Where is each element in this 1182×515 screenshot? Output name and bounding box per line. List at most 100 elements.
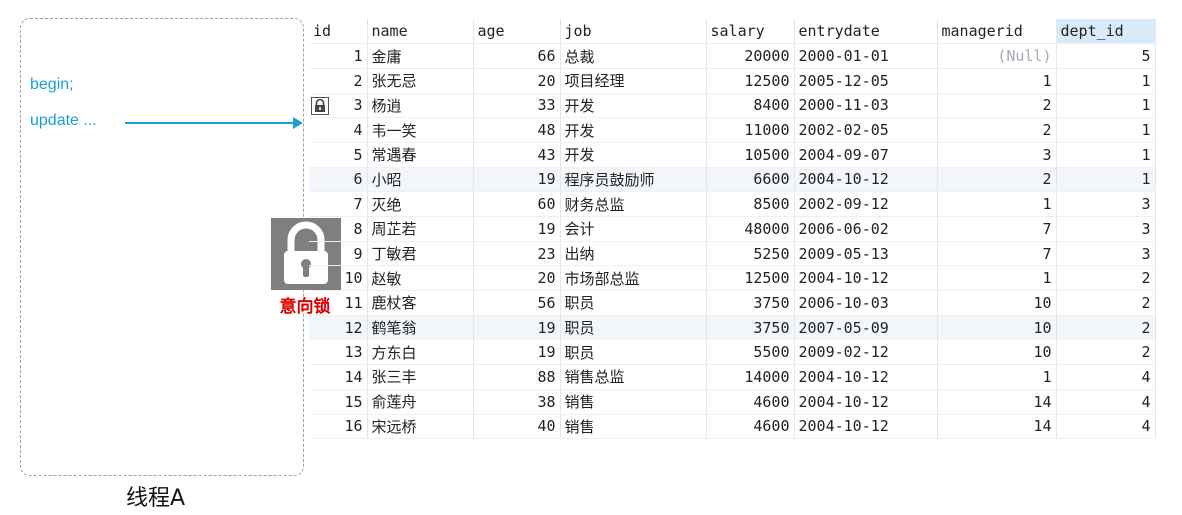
cell-age[interactable]: 66 <box>473 43 561 69</box>
cell-entrydate[interactable]: 2006-10-03 <box>794 290 938 316</box>
cell-id[interactable]: 14 <box>309 364 368 390</box>
cell-dept-id[interactable]: 2 <box>1056 290 1156 316</box>
cell-id[interactable]: 3 <box>309 93 368 119</box>
cell-name[interactable]: 灭绝 <box>367 191 474 217</box>
cell-dept-id[interactable]: 2 <box>1056 265 1156 292</box>
cell-age[interactable]: 20 <box>473 265 561 292</box>
cell-job[interactable]: 开发 <box>560 117 707 143</box>
cell-job[interactable]: 出纳 <box>560 241 707 267</box>
cell-dept-id[interactable]: 1 <box>1056 142 1156 168</box>
cell-job[interactable]: 销售 <box>560 389 707 415</box>
cell-salary[interactable]: 14000 <box>706 364 795 390</box>
cell-id[interactable]: 8 <box>309 216 368 242</box>
cell-id[interactable]: 4 <box>309 117 368 143</box>
table-row[interactable]: 14 张三丰 88 销售总监 14000 2004-10-12 1 4 <box>309 364 1156 390</box>
table-row[interactable]: 11 鹿杖客 56 职员 3750 2006-10-03 10 2 <box>309 290 1156 316</box>
col-header-dept-id[interactable]: dept_id <box>1056 19 1156 45</box>
cell-entrydate[interactable]: 2000-11-03 <box>794 93 938 119</box>
cell-salary[interactable]: 4600 <box>706 414 795 440</box>
cell-job[interactable]: 项目经理 <box>560 68 707 94</box>
cell-entrydate[interactable]: 2004-10-12 <box>794 414 938 440</box>
cell-name[interactable]: 方东白 <box>367 339 474 366</box>
cell-dept-id[interactable]: 2 <box>1056 315 1156 341</box>
cell-salary[interactable]: 4600 <box>706 389 795 415</box>
cell-dept-id[interactable]: 4 <box>1056 414 1156 440</box>
cell-job[interactable]: 开发 <box>560 93 707 119</box>
cell-age[interactable]: 48 <box>473 117 561 143</box>
cell-job[interactable]: 销售 <box>560 414 707 440</box>
cell-entrydate[interactable]: 2004-10-12 <box>794 265 938 292</box>
cell-job[interactable]: 销售总监 <box>560 364 707 390</box>
cell-age[interactable]: 19 <box>473 167 561 193</box>
cell-job[interactable]: 程序员鼓励师 <box>560 167 707 193</box>
cell-job[interactable]: 开发 <box>560 142 707 168</box>
cell-salary[interactable]: 10500 <box>706 142 795 168</box>
cell-age[interactable]: 40 <box>473 414 561 440</box>
cell-age[interactable]: 19 <box>473 216 561 242</box>
cell-salary[interactable]: 48000 <box>706 216 795 242</box>
cell-name[interactable]: 杨逍 <box>367 93 474 119</box>
cell-age[interactable]: 23 <box>473 241 561 267</box>
cell-id[interactable]: 5 <box>309 142 368 168</box>
cell-managerid[interactable]: 1 <box>937 265 1057 292</box>
cell-age[interactable]: 88 <box>473 364 561 390</box>
cell-managerid[interactable]: 10 <box>937 315 1057 341</box>
cell-salary[interactable]: 12500 <box>706 68 795 94</box>
cell-dept-id[interactable]: 1 <box>1056 93 1156 119</box>
cell-age[interactable]: 60 <box>473 191 561 217</box>
cell-id[interactable]: 13 <box>309 339 368 366</box>
cell-managerid[interactable]: 1 <box>937 191 1057 217</box>
table-row[interactable]: 2 张无忌 20 项目经理 12500 2005-12-05 1 1 <box>309 68 1156 94</box>
cell-name[interactable]: 小昭 <box>367 167 474 193</box>
table-row[interactable]: 13 方东白 19 职员 5500 2009-02-12 10 2 <box>309 339 1156 366</box>
cell-job[interactable]: 职员 <box>560 339 707 366</box>
cell-job[interactable]: 会计 <box>560 216 707 242</box>
table-row[interactable]: 4 韦一笑 48 开发 11000 2002-02-05 2 1 <box>309 117 1156 143</box>
cell-salary[interactable]: 12500 <box>706 265 795 292</box>
cell-id[interactable]: 7 <box>309 191 368 217</box>
cell-dept-id[interactable]: 3 <box>1056 191 1156 217</box>
cell-dept-id[interactable]: 5 <box>1056 43 1156 69</box>
cell-salary[interactable]: 8500 <box>706 191 795 217</box>
cell-id[interactable]: 2 <box>309 68 368 94</box>
cell-entrydate[interactable]: 2004-10-12 <box>794 389 938 415</box>
cell-id[interactable]: 9 <box>309 241 368 267</box>
table-row[interactable]: 8 周芷若 19 会计 48000 2006-06-02 7 3 <box>309 216 1156 242</box>
cell-salary[interactable]: 3750 <box>706 290 795 316</box>
cell-age[interactable]: 19 <box>473 315 561 341</box>
cell-managerid[interactable]: 3 <box>937 142 1057 168</box>
col-header-age[interactable]: age <box>473 19 561 45</box>
cell-dept-id[interactable]: 4 <box>1056 364 1156 390</box>
col-header-managerid[interactable]: managerid <box>937 19 1057 45</box>
cell-managerid[interactable]: 2 <box>937 117 1057 143</box>
cell-dept-id[interactable]: 3 <box>1056 216 1156 242</box>
cell-id[interactable]: 6 <box>309 167 368 193</box>
cell-age[interactable]: 43 <box>473 142 561 168</box>
cell-dept-id[interactable]: 3 <box>1056 241 1156 267</box>
cell-entrydate[interactable]: 2004-10-12 <box>794 167 938 193</box>
cell-job[interactable]: 职员 <box>560 290 707 316</box>
table-row[interactable]: 10 赵敏 20 市场部总监 12500 2004-10-12 1 2 <box>309 265 1156 292</box>
cell-name[interactable]: 丁敏君 <box>367 241 474 267</box>
cell-dept-id[interactable]: 1 <box>1056 68 1156 94</box>
cell-salary[interactable]: 6600 <box>706 167 795 193</box>
cell-name[interactable]: 鹤笔翁 <box>367 315 474 341</box>
cell-entrydate[interactable]: 2009-05-13 <box>794 241 938 267</box>
cell-entrydate[interactable]: 2000-01-01 <box>794 43 938 69</box>
cell-salary[interactable]: 5500 <box>706 339 795 366</box>
cell-age[interactable]: 38 <box>473 389 561 415</box>
cell-salary[interactable]: 20000 <box>706 43 795 69</box>
cell-salary[interactable]: 3750 <box>706 315 795 341</box>
cell-age[interactable]: 33 <box>473 93 561 119</box>
cell-id[interactable]: 12 <box>309 315 368 341</box>
cell-name[interactable]: 张三丰 <box>367 364 474 390</box>
cell-dept-id[interactable]: 2 <box>1056 339 1156 366</box>
cell-job[interactable]: 市场部总监 <box>560 265 707 292</box>
cell-name[interactable]: 韦一笑 <box>367 117 474 143</box>
cell-salary[interactable]: 8400 <box>706 93 795 119</box>
cell-salary[interactable]: 11000 <box>706 117 795 143</box>
cell-entrydate[interactable]: 2002-09-12 <box>794 191 938 217</box>
col-header-id[interactable]: id <box>309 19 368 45</box>
cell-managerid[interactable]: 7 <box>937 216 1057 242</box>
cell-entrydate[interactable]: 2004-09-07 <box>794 142 938 168</box>
